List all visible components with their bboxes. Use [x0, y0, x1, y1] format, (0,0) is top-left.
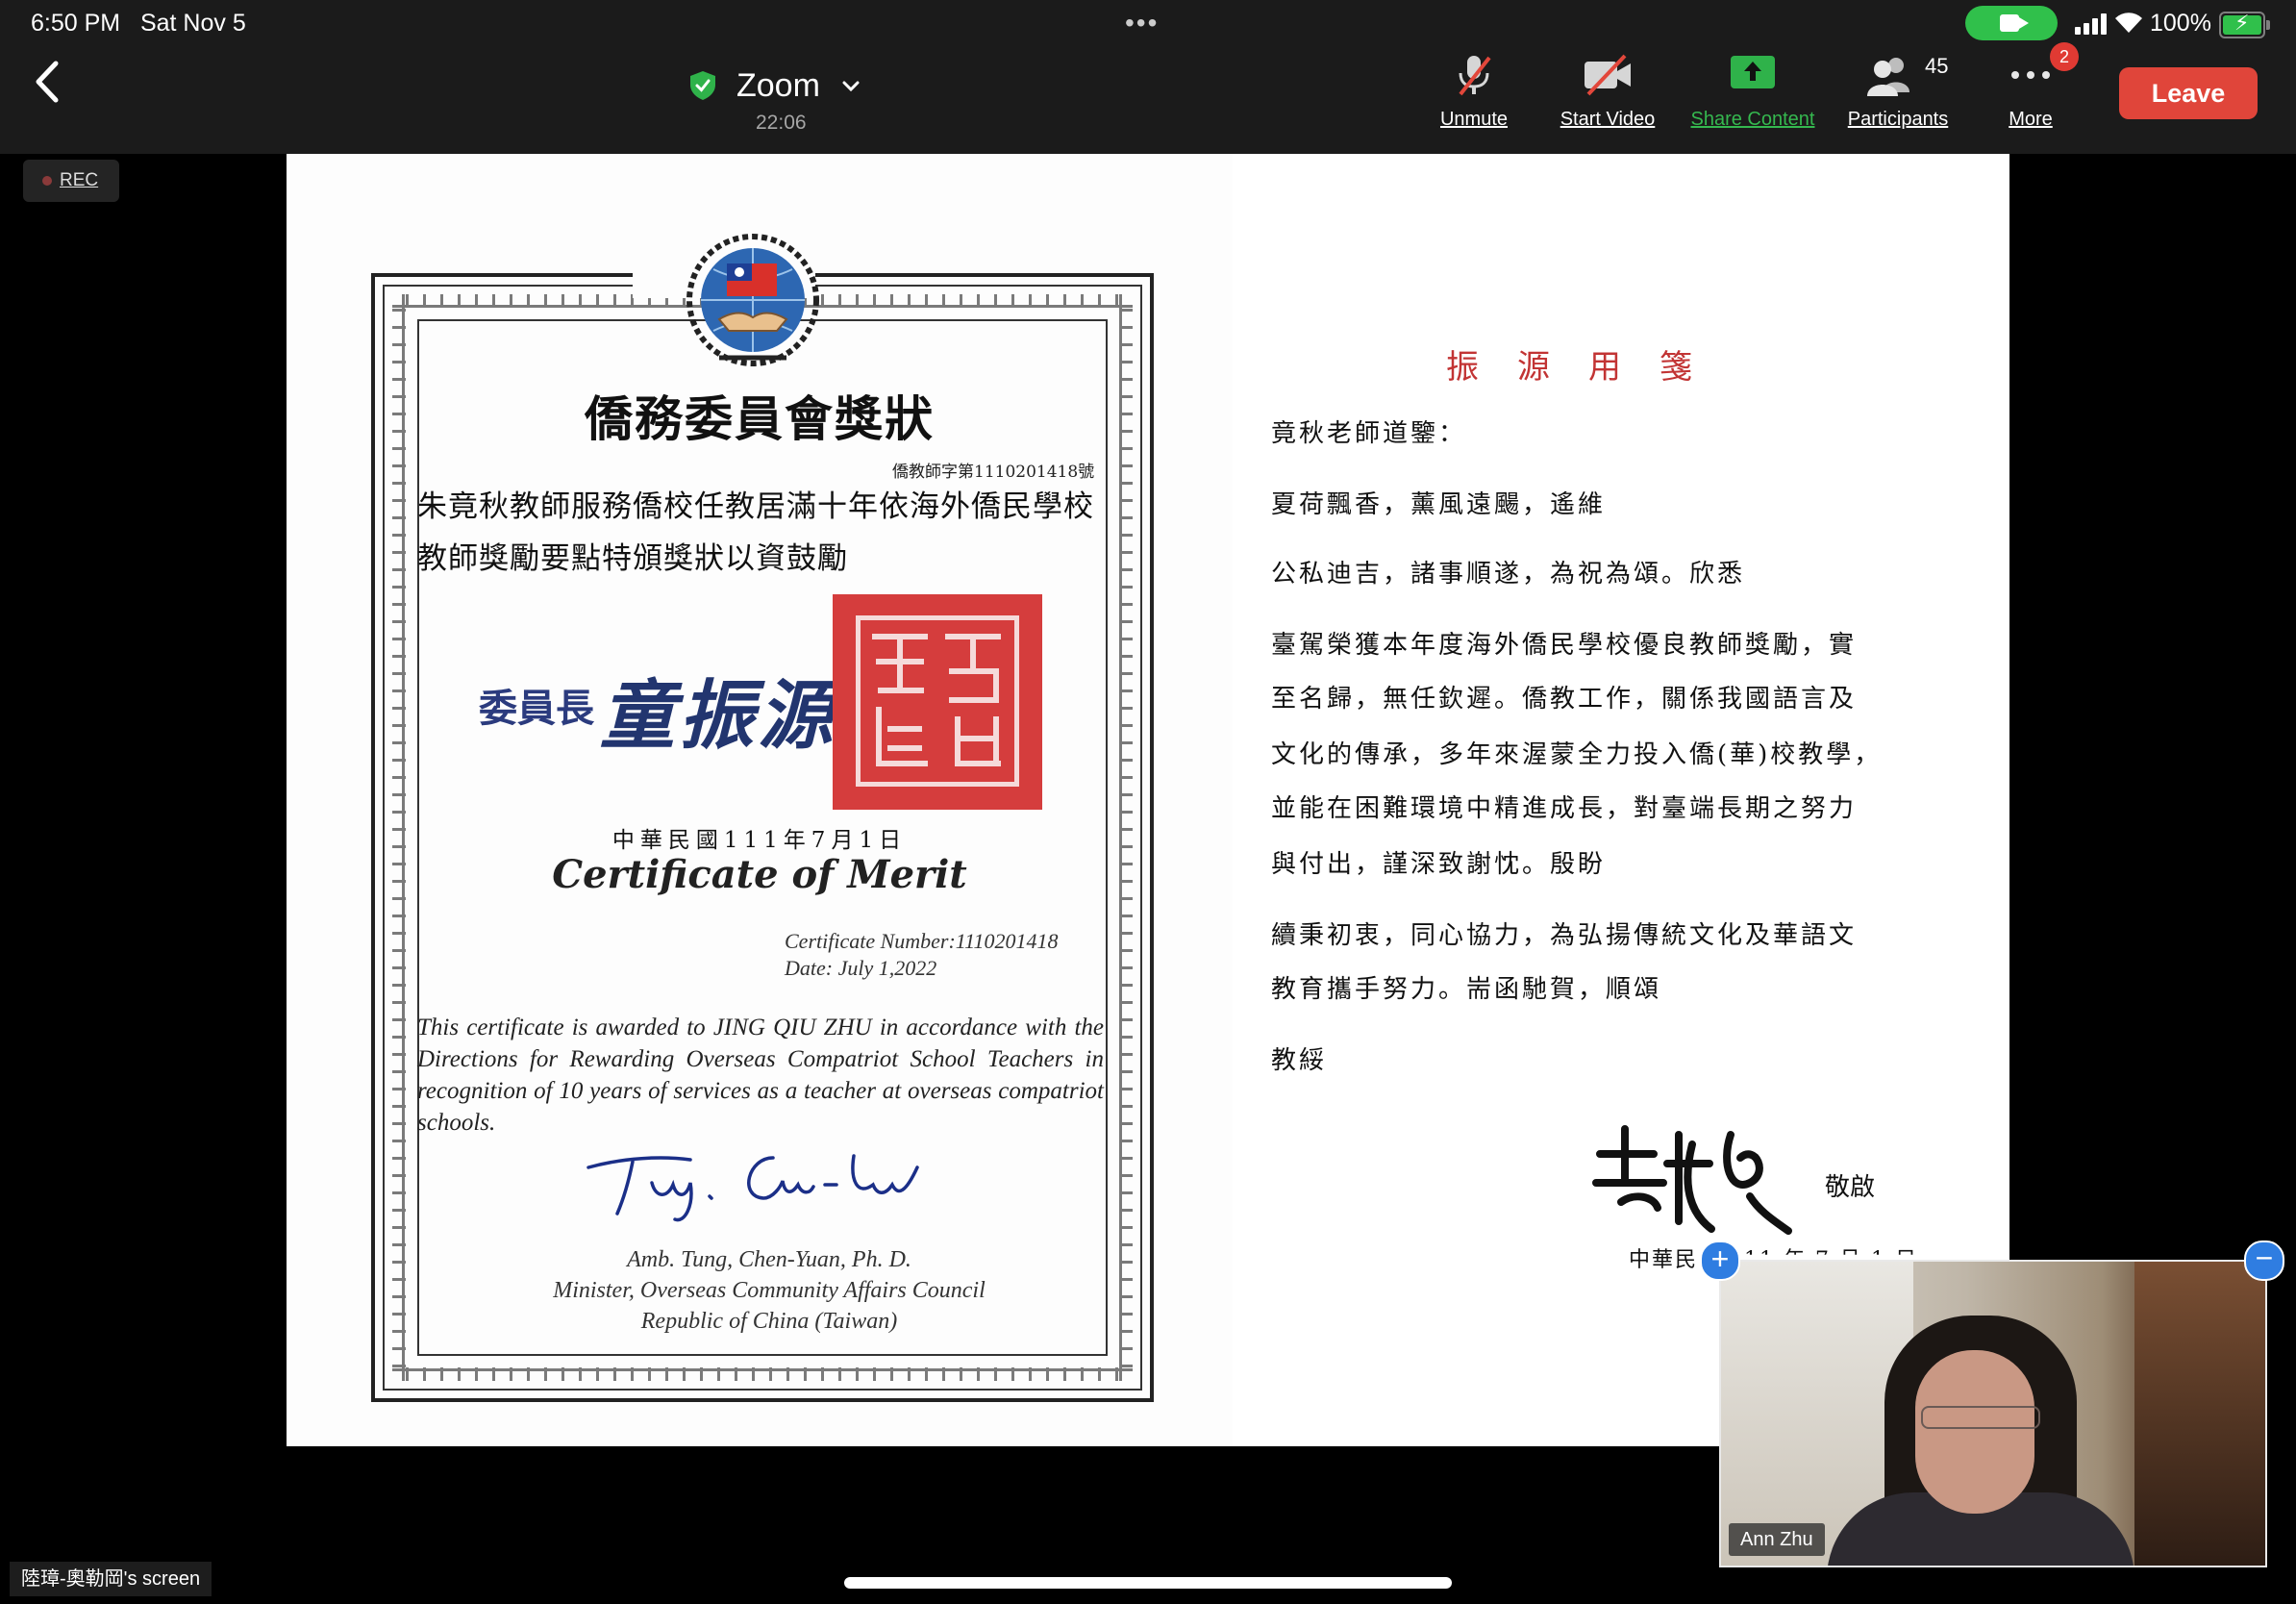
expand-video-button[interactable]: + — [1700, 1241, 1740, 1281]
meeting-timer: 22:06 — [756, 112, 807, 134]
chair-signature: 童振源 — [600, 672, 837, 760]
council-emblem-icon — [686, 234, 819, 366]
meeting-title: Zoom — [736, 66, 820, 104]
certificate-chinese-body: 朱竟秋教師服務僑校任教居滿十年依海外僑民學校教師獎勵要點特頒獎狀以資鼓勵 — [417, 489, 1094, 576]
share-content-button[interactable]: Share Content — [1681, 54, 1825, 131]
recording-label: REC — [60, 170, 99, 190]
battery-percent: 100% — [2150, 10, 2211, 37]
more-dots-icon — [2011, 71, 2050, 79]
letter-sign-off: 敬啟 — [1825, 1173, 1876, 1202]
letter-line: 續秉初衷，同心協力，為弘揚傳統文化及華語文 — [1271, 921, 1858, 950]
certificate-chinese-title: 僑務委員會獎狀 — [585, 390, 935, 447]
share-content-label: Share Content — [1690, 109, 1815, 130]
minister-country: Republic of China (Taiwan) — [640, 1309, 898, 1334]
letter-line: 至名歸，無任欽遲。僑教工作，關係我國語言及 — [1271, 685, 1858, 714]
battery-icon: ⚡ — [2219, 11, 2270, 38]
participants-label: Participants — [1847, 109, 1949, 130]
more-notification-badge: 2 — [2050, 42, 2079, 71]
chevron-down-icon — [842, 81, 860, 92]
recording-indicator[interactable]: REC — [23, 160, 119, 202]
letter-salutation: 竟秋老師道鑒： — [1271, 419, 1467, 448]
minister-title: Minister, Overseas Community Affairs Cou… — [553, 1278, 986, 1303]
share-screen-icon — [1731, 56, 1775, 88]
video-off-icon — [1585, 54, 1631, 96]
certificate-page: 僑務委員會獎狀 僑教師字第1110201418號 朱竟秋教師服務僑校任教居滿十年… — [287, 154, 1233, 1446]
letter-line: 臺駕榮獲本年度海外僑民學校優良教師獎勵，實 — [1271, 631, 1858, 660]
camera-in-use-indicator[interactable] — [1965, 6, 2058, 40]
wifi-icon — [2113, 10, 2144, 41]
letter-line: 教育攜手努力。耑函馳賀，順頌 — [1271, 975, 1662, 1004]
certificate-english-title: Certificate of Merit — [552, 852, 967, 897]
minister-credits: Amb. Tung, Chen-Yuan, Ph. D. Minister, O… — [287, 1244, 1252, 1337]
minister-name: Amb. Tung, Chen-Yuan, Ph. D. — [627, 1247, 911, 1272]
minister-signature — [586, 1154, 919, 1222]
leave-button[interactable]: Leave — [2119, 67, 2258, 119]
home-indicator[interactable] — [844, 1577, 1452, 1589]
back-button[interactable] — [29, 58, 67, 106]
certificate-english-body: This certificate is awarded to JING QIU … — [417, 1015, 1104, 1136]
participants-count: 45 — [1925, 54, 1949, 78]
encryption-shield-icon — [690, 71, 715, 100]
start-video-label: Start Video — [1560, 109, 1656, 130]
letter-line: 與付出，謹深致謝忱。殷盼 — [1271, 850, 1607, 879]
participants-icon — [1867, 58, 1910, 96]
unmute-button[interactable]: Unmute — [1431, 54, 1517, 131]
unmute-label: Unmute — [1439, 109, 1509, 130]
letterhead: 振源用箋 — [1446, 348, 1731, 387]
cellular-signal-icon — [2075, 13, 2108, 35]
multitasking-dots[interactable]: ••• — [1125, 8, 1159, 38]
certificate-number: Certificate Number:1110201418 — [785, 929, 1059, 953]
official-seal-stamp — [833, 594, 1042, 810]
meeting-title-button[interactable]: Zoom — [688, 62, 862, 110]
letter-line: 並能在困難環境中精進成長，對臺端長期之努力 — [1271, 794, 1858, 823]
self-video-tile[interactable]: Ann Zhu — [1719, 1260, 2267, 1567]
letter-signature — [1592, 1125, 1792, 1235]
participant-name-tag: Ann Zhu — [1729, 1523, 1825, 1556]
chevron-left-icon — [36, 61, 59, 103]
screen-share-owner-label: 陸璋-奧勒岡's screen — [10, 1562, 212, 1596]
participants-button[interactable]: 45 Participants — [1836, 54, 1959, 131]
chair-title: 委員長 — [479, 686, 594, 731]
more-label: More — [2009, 109, 2053, 130]
camera-icon — [2000, 14, 2029, 32]
letter-line: 夏荷飄香，薰風遠颺，遙維 — [1271, 490, 1607, 519]
status-bar: 6:50 PM Sat Nov 5 ••• 100% ⚡ — [0, 0, 2296, 46]
certificate-chinese-date: 中華民國111年7月1日 — [611, 828, 908, 853]
start-video-button[interactable]: Start Video — [1550, 54, 1665, 131]
certificate-date: Date: July 1,2022 — [785, 956, 937, 980]
letter-closing: 教綏 — [1271, 1046, 1328, 1075]
record-dot-icon — [42, 176, 52, 186]
certificate-chinese-number: 僑教師字第1110201418號 — [892, 463, 1095, 482]
microphone-muted-icon — [1459, 56, 1491, 96]
letter-line: 文化的傳承，多年來渥蒙全力投入僑(華)校教學， — [1271, 740, 1883, 769]
status-time: 6:50 PM Sat Nov 5 — [31, 10, 246, 37]
minimize-video-button[interactable]: − — [2244, 1241, 2284, 1281]
letter-line: 公私迪吉，諸事順遂，為祝為頌。欣悉 — [1271, 560, 1746, 589]
